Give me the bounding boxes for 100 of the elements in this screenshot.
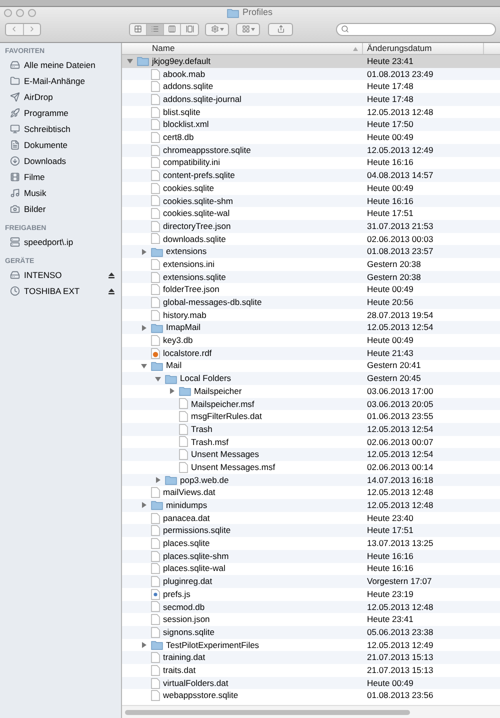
sidebar-item[interactable]: Musik: [24, 186, 46, 200]
file-icon: [151, 68, 160, 80]
file-row[interactable]: places.sqlite-shm Heute 16:16: [122, 550, 500, 562]
file-icon: [151, 652, 160, 664]
search-field[interactable]: [336, 22, 496, 36]
modified-date: Heute 17:51: [366, 207, 414, 220]
grid-icon: [242, 25, 250, 33]
settings-icon: [210, 25, 218, 33]
action-menu-button[interactable]: [205, 22, 229, 36]
file-name: places.sqlite: [163, 537, 210, 550]
file-name: cookies.sqlite-shm: [163, 194, 233, 208]
file-name: downloads.sqlite: [163, 232, 226, 246]
file-row[interactable]: Local Folders Gestern 20:45: [122, 372, 500, 385]
file-row[interactable]: secmod.db 12.05.2013 12:48: [122, 600, 500, 614]
modified-date: 12.05.2013 12:54: [366, 422, 434, 436]
modified-date: 02.06.2013 00:03: [366, 232, 434, 246]
list-icon: [151, 25, 159, 33]
disclosure-triangle-icon[interactable]: [141, 248, 147, 255]
modified-date: 21.07.2013 15:13: [366, 651, 434, 664]
modified-date: 12.05.2013 12:54: [366, 321, 434, 334]
file-row[interactable]: addons.sqlite-journal Heute 17:48: [122, 93, 500, 106]
modified-date: Vorgestern 17:07: [366, 575, 432, 588]
disclosure-triangle-icon[interactable]: [155, 376, 161, 382]
file-icon: [151, 106, 160, 118]
disclosure-triangle-icon[interactable]: [169, 388, 175, 394]
file-name: Unsent Messages: [191, 448, 260, 462]
file-name: Local Folders: [180, 372, 232, 385]
sidebar-item[interactable]: Dokumente: [24, 138, 68, 152]
view-mode-button[interactable]: [147, 24, 164, 34]
file-icon: [151, 678, 160, 689]
column-header[interactable]: Name: [122, 43, 363, 54]
file-row[interactable]: pluginreg.dat Vorgestern 17:07: [122, 575, 500, 588]
disclosure-triangle-icon[interactable]: [127, 58, 133, 64]
file-row[interactable]: pop3.web.de 14.07.2013 16:18: [122, 474, 500, 486]
eject-icon[interactable]: [108, 272, 115, 278]
file-row[interactable]: extensions.sqlite Gestern 20:38: [122, 270, 500, 284]
file-row[interactable]: abook.mab 01.08.2013 23:49: [122, 68, 500, 80]
file-row[interactable]: Mailspeicher.msf 03.06.2013 20:05: [122, 398, 500, 410]
file-name: chromeappsstore.sqlite: [163, 144, 251, 157]
share-button[interactable]: [268, 22, 293, 36]
sidebar-item[interactable]: Programme: [24, 106, 68, 120]
file-name: panacea.dat: [163, 512, 210, 524]
disclosure-triangle-icon[interactable]: [155, 477, 161, 484]
sidebar-item[interactable]: speedport\.ip: [24, 236, 74, 248]
sidebar-item[interactable]: Downloads: [24, 154, 66, 168]
file-row[interactable]: virtualFolders.dat Heute 00:49: [122, 676, 500, 690]
disclosure-triangle-icon[interactable]: [141, 362, 147, 369]
file-row[interactable]: directoryTree.json 31.07.2013 21:53: [122, 220, 500, 233]
arrange-menu-button[interactable]: [236, 22, 260, 36]
modified-date: 12.05.2013 12:48: [366, 106, 434, 118]
sidebar-item[interactable]: TOSHIBA EXT: [24, 284, 80, 298]
file-icon: [151, 310, 160, 321]
file-row[interactable]: global-messages-db.sqlite Heute 20:56: [122, 296, 500, 309]
view-mode-button[interactable]: [164, 24, 181, 34]
modified-date: Heute 00:49: [366, 131, 414, 144]
column-header[interactable]: Änderungsdatum: [363, 43, 484, 54]
file-row[interactable]: Unsent Messages 12.05.2013 12:54: [122, 448, 500, 461]
file-icon: [151, 157, 160, 168]
file-icon: [151, 195, 160, 206]
file-row[interactable]: extensions 01.08.2013 23:57: [122, 245, 500, 258]
sidebar-item[interactable]: AirDrop: [24, 90, 53, 104]
sidebar-item[interactable]: Alle meine Dateien: [24, 58, 96, 72]
file-row[interactable]: training.dat 21.07.2013 15:13: [122, 651, 500, 664]
eject-icon[interactable]: [108, 288, 115, 294]
file-name: permissions.sqlite: [163, 524, 231, 538]
modified-date: 01.08.2013 23:49: [366, 68, 434, 80]
file-icon: [151, 220, 160, 232]
sidebar-item[interactable]: E-Mail-Anhänge: [24, 74, 85, 88]
file-row[interactable]: ImapMail 12.05.2013 12:54: [122, 321, 500, 334]
file-icon: [151, 296, 160, 308]
file-row[interactable]: localstore.rdf Heute 21:43: [122, 346, 500, 360]
file-row[interactable]: cookies.sqlite-shm Heute 16:16: [122, 194, 500, 208]
file-name: localstore.rdf: [163, 346, 212, 360]
horizontal-scrollbar[interactable]: [125, 710, 410, 714]
file-row[interactable]: signons.sqlite 05.06.2013 23:38: [122, 626, 500, 639]
file-icon: [151, 119, 160, 130]
file-row[interactable]: blocklist.xml Heute 17:50: [122, 118, 500, 132]
disclosure-triangle-icon[interactable]: [141, 324, 147, 331]
sidebar-item[interactable]: Schreibtisch: [24, 122, 70, 136]
modified-date: Heute 23:41: [366, 613, 414, 626]
disclosure-triangle-icon[interactable]: [141, 502, 147, 508]
file-row[interactable]: Trash 12.05.2013 12:54: [122, 422, 500, 436]
file-row[interactable]: jkjog9ey.default Heute 23:41: [122, 55, 500, 68]
modified-date: Heute 16:16: [366, 550, 414, 563]
sidebar-item[interactable]: INTENSO: [24, 268, 62, 282]
file-name: cert8.db: [163, 131, 194, 144]
file-row[interactable]: minidumps 12.05.2013 12:48: [122, 499, 500, 512]
file-icon: [151, 334, 160, 346]
disclosure-triangle-icon[interactable]: [141, 642, 147, 648]
modified-date: Heute 00:49: [366, 676, 414, 690]
sidebar-item[interactable]: Bilder: [24, 202, 46, 216]
document-icon: [10, 140, 20, 150]
file-row[interactable]: content-prefs.sqlite 04.08.2013 14:57: [122, 169, 500, 182]
file-name: blist.sqlite: [163, 106, 200, 118]
file-row[interactable]: permissions.sqlite Heute 17:51: [122, 524, 500, 538]
back-forward-control[interactable]: [5, 22, 41, 36]
file-row[interactable]: chromeappsstore.sqlite 12.05.2013 12:49: [122, 144, 500, 156]
sidebar-item[interactable]: Filme: [24, 170, 45, 184]
view-mode-button[interactable]: [181, 24, 198, 34]
view-mode-button[interactable]: [130, 24, 147, 34]
